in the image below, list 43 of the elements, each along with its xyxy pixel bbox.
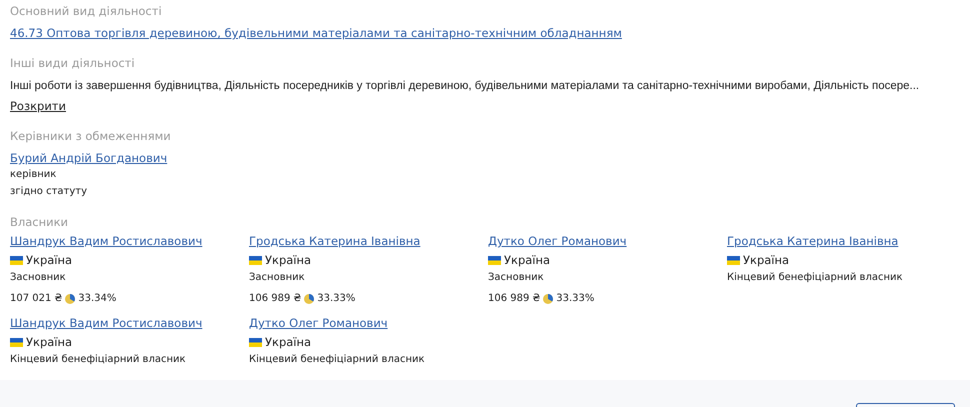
manager-basis: згідно статуту [10,185,88,199]
section-label: Основний вид діяльності [10,3,163,19]
owner-role: Засновник [249,271,306,285]
flag-icon [249,338,262,347]
owner-country: Україна [26,334,72,351]
owner-link[interactable]: Шандрук Вадим Ростиславович [10,233,202,249]
owner-share: 33.33% [317,292,356,306]
section-label: Власники [10,214,70,230]
owner-share: 33.33% [556,292,594,306]
section-label: Керівники з обмеженнями [10,128,172,144]
owner-amount: 107 021 ₴ [10,292,62,306]
flag-icon [249,256,262,265]
owner-amount: 106 989 ₴ [488,292,540,306]
pie-icon [543,294,554,304]
owner-country: Україна [265,252,312,269]
flag-icon [727,256,740,265]
owner-country: Україна [743,252,790,269]
pie-icon [65,294,76,304]
flag-icon [10,338,23,347]
owner-share: 33.34% [78,292,116,306]
section-label: Інші види діяльності [10,55,136,71]
flag-icon [10,256,23,265]
owner-role: Кінцевий бенефіціарний власник [249,353,426,367]
flag-icon [488,256,501,265]
owner-country: Україна [504,252,550,269]
pie-icon [304,294,314,304]
manager-role: керівник [10,168,58,182]
owner-role: Засновник [488,271,545,285]
owner-link[interactable]: Дутко Олег Романович [488,233,627,249]
owner-link[interactable]: Гродська Катерина Іванівна [727,233,898,249]
owner-country: Україна [265,334,312,351]
expand-link[interactable]: Розкрити [10,98,66,114]
manager-link[interactable]: Бурий Андрій Богданович [10,150,168,166]
owner-link[interactable]: Дутко Олег Романович [249,315,388,331]
owner-link[interactable]: Гродська Катерина Іванівна [249,233,420,249]
owner-amount: 106 989 ₴ [249,292,302,306]
owner-link[interactable]: Шандрук Вадим Ростиславович [10,315,202,331]
owner-country: Україна [26,252,72,269]
owner-role: Засновник [10,271,67,285]
activity-link[interactable]: 46.73 Оптова торгівля деревиною, будівельними матеріалами та санітарно-технічним обладнанням [10,25,622,41]
owner-role: Кінцевий бенефіціарний власник [10,353,187,367]
activities-text: Інші роботи із завершення будівництва, Діяльність посередників у торгівлі деревиною, будівельними матеріалами та санітарно-технічними виробами, Діяльність посере... [10,79,920,94]
owner-role: Кінцевий бенефіціарний власник [727,271,904,285]
